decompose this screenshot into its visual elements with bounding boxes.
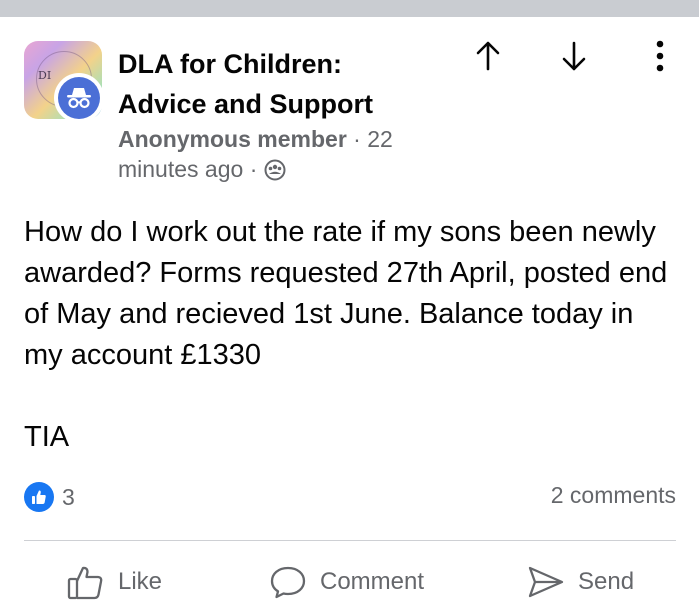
anonymous-badge bbox=[54, 73, 104, 123]
more-vertical-icon[interactable] bbox=[646, 38, 674, 74]
like-label: Like bbox=[118, 568, 163, 595]
action-divider bbox=[24, 540, 676, 541]
anonymous-incognito-icon bbox=[58, 77, 100, 119]
thumbs-up-outline-icon bbox=[67, 566, 103, 600]
comment-button[interactable]: Comment bbox=[268, 562, 424, 602]
send-arrow-icon bbox=[528, 566, 564, 598]
post-signoff: TIA bbox=[24, 421, 70, 453]
timestamp-part1[interactable]: 22 bbox=[367, 126, 393, 152]
post-body: How do I work out the rate if my sons be… bbox=[24, 212, 674, 458]
comment-bubble-icon bbox=[270, 566, 306, 599]
send-label: Send bbox=[578, 568, 635, 595]
post-meta: Anonymous member · 22 minutes ago · bbox=[118, 124, 418, 184]
thumbs-up-reaction-icon bbox=[24, 482, 54, 512]
group-name-line2: Advice and Support bbox=[118, 89, 374, 119]
comment-label: Comment bbox=[320, 568, 425, 595]
like-button[interactable]: Like bbox=[66, 562, 162, 602]
arrow-up-icon[interactable] bbox=[470, 38, 506, 74]
arrow-down-icon[interactable] bbox=[556, 38, 592, 74]
timestamp-part2[interactable]: minutes ago bbox=[118, 156, 243, 182]
group-privacy-icon bbox=[264, 158, 286, 181]
reactions-summary[interactable]: 3 bbox=[24, 481, 75, 513]
top-divider-strip bbox=[0, 0, 699, 17]
meta-separator: · bbox=[249, 156, 258, 182]
group-name-line1: DLA for Children: bbox=[118, 49, 342, 79]
post-text: How do I work out the rate if my sons be… bbox=[24, 216, 668, 371]
meta-separator: · bbox=[353, 126, 361, 152]
send-button[interactable]: Send bbox=[526, 562, 634, 602]
reaction-count: 3 bbox=[62, 483, 75, 510]
author-name[interactable]: Anonymous member bbox=[118, 126, 347, 152]
group-name[interactable]: DLA for Children: Advice and Support bbox=[118, 44, 448, 124]
avatar-logo-text: DI bbox=[38, 69, 52, 82]
comments-count[interactable]: 2 comments bbox=[551, 482, 676, 509]
